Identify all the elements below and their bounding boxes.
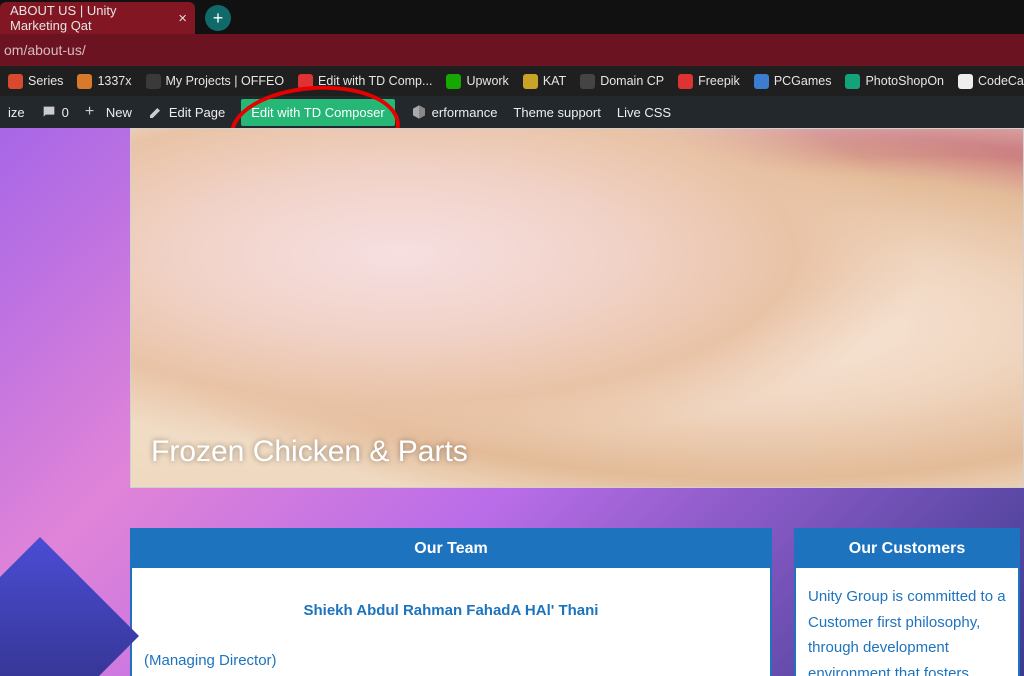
bookmark-item[interactable]: Edit with TD Comp... — [298, 74, 432, 89]
wp-live-css[interactable]: Live CSS — [617, 105, 671, 120]
bookmark-label: Series — [28, 74, 63, 88]
bookmark-item[interactable]: KAT — [523, 74, 566, 89]
wp-edit-page[interactable]: Edit Page — [148, 104, 225, 120]
wp-comment-count: 0 — [62, 105, 69, 120]
td-composer-label: Edit with TD Composer — [251, 105, 384, 120]
hero-title: Frozen Chicken & Parts — [151, 435, 468, 469]
bookmark-favicon — [146, 74, 161, 89]
bookmark-label: Domain CP — [600, 74, 664, 88]
our-team-body: Shiekh Abdul Rahman FahadA HAl' Thani (M… — [132, 568, 770, 676]
bookmark-label: PCGames — [774, 74, 832, 88]
pencil-icon — [148, 104, 164, 120]
bookmark-bar: Series 1337x My Projects | OFFEO Edit with … — [0, 66, 1024, 96]
bookmark-favicon — [754, 74, 769, 89]
page-background: Frozen Chicken & Parts Our Team Shiekh A… — [0, 128, 1024, 676]
browser-tabstrip: ABOUT US | Unity Marketing Qat × + — [0, 0, 1024, 34]
bookmark-label: Freepik — [698, 74, 740, 88]
wp-performance-label: erformance — [432, 105, 498, 120]
bookmark-favicon — [298, 74, 313, 89]
wp-new[interactable]: + New — [85, 104, 132, 120]
comment-icon — [41, 104, 57, 120]
plus-icon: + — [85, 104, 101, 120]
our-team-heading: Our Team — [132, 530, 770, 568]
bookmark-label: CodeCanyon — [978, 74, 1024, 88]
our-customers-body: Unity Group is committed to a Customer f… — [796, 568, 1018, 676]
bookmark-item[interactable]: Freepik — [678, 74, 740, 89]
bookmark-item[interactable]: PCGames — [754, 74, 832, 89]
bookmark-favicon — [8, 74, 23, 89]
bookmark-item[interactable]: 1337x — [77, 74, 131, 89]
tab-title: ABOUT US | Unity Marketing Qat — [10, 3, 164, 33]
bookmark-label: My Projects | OFFEO — [166, 74, 285, 88]
browser-tab-active[interactable]: ABOUT US | Unity Marketing Qat × — [0, 2, 195, 34]
bookmark-item[interactable]: CodeCanyon — [958, 74, 1024, 89]
url-text: om/about-us/ — [4, 42, 86, 58]
wp-comments[interactable]: 0 — [41, 104, 69, 120]
wp-admin-bar: ize 0 + New Edit Page Edit with TD Compo… — [0, 96, 1024, 128]
bookmark-favicon — [845, 74, 860, 89]
wp-customize[interactable]: ize — [8, 105, 25, 120]
close-tab-icon[interactable]: × — [178, 10, 187, 27]
bookmark-label: PhotoShopOn — [865, 74, 944, 88]
bookmark-favicon — [958, 74, 973, 89]
our-team-box: Our Team Shiekh Abdul Rahman FahadA HAl'… — [130, 528, 772, 676]
bookmark-item[interactable]: PhotoShopOn — [845, 74, 944, 89]
wp-live-css-label: Live CSS — [617, 105, 671, 120]
bookmark-item[interactable]: Upwork — [446, 74, 508, 89]
wp-edit-page-label: Edit Page — [169, 105, 225, 120]
team-member-role: (Managing Director) — [144, 648, 758, 674]
bookmark-label: 1337x — [97, 74, 131, 88]
bookmark-favicon — [446, 74, 461, 89]
wp-performance[interactable]: erformance — [411, 104, 498, 120]
bookmark-favicon — [678, 74, 693, 89]
bookmark-favicon — [523, 74, 538, 89]
our-customers-box: Our Customers Unity Group is committed t… — [794, 528, 1020, 676]
page-content: Frozen Chicken & Parts Our Team Shiekh A… — [130, 128, 1024, 676]
browser-urlbar[interactable]: om/about-us/ — [0, 34, 1024, 66]
bookmark-item[interactable]: Domain CP — [580, 74, 664, 89]
new-tab-button[interactable]: + — [205, 5, 231, 31]
columns: Our Team Shiekh Abdul Rahman FahadA HAl'… — [130, 528, 1024, 676]
bookmark-item[interactable]: My Projects | OFFEO — [146, 74, 285, 89]
td-composer-button[interactable]: Edit with TD Composer — [241, 99, 394, 126]
bookmark-label: Upwork — [466, 74, 508, 88]
wp-theme-support[interactable]: Theme support — [513, 105, 600, 120]
bookmark-favicon — [580, 74, 595, 89]
team-member-name: Shiekh Abdul Rahman FahadA HAl' Thani — [144, 598, 758, 624]
wp-theme-support-label: Theme support — [513, 105, 600, 120]
bookmark-favicon — [77, 74, 92, 89]
wp-new-label: New — [106, 105, 132, 120]
cube-icon — [411, 104, 427, 120]
wp-customize-label: ize — [8, 105, 25, 120]
bookmark-label: Edit with TD Comp... — [318, 74, 432, 88]
bookmark-label: KAT — [543, 74, 566, 88]
our-customers-heading: Our Customers — [796, 530, 1018, 568]
bookmark-item[interactable]: Series — [8, 74, 63, 89]
hero-image: Frozen Chicken & Parts — [130, 128, 1024, 488]
